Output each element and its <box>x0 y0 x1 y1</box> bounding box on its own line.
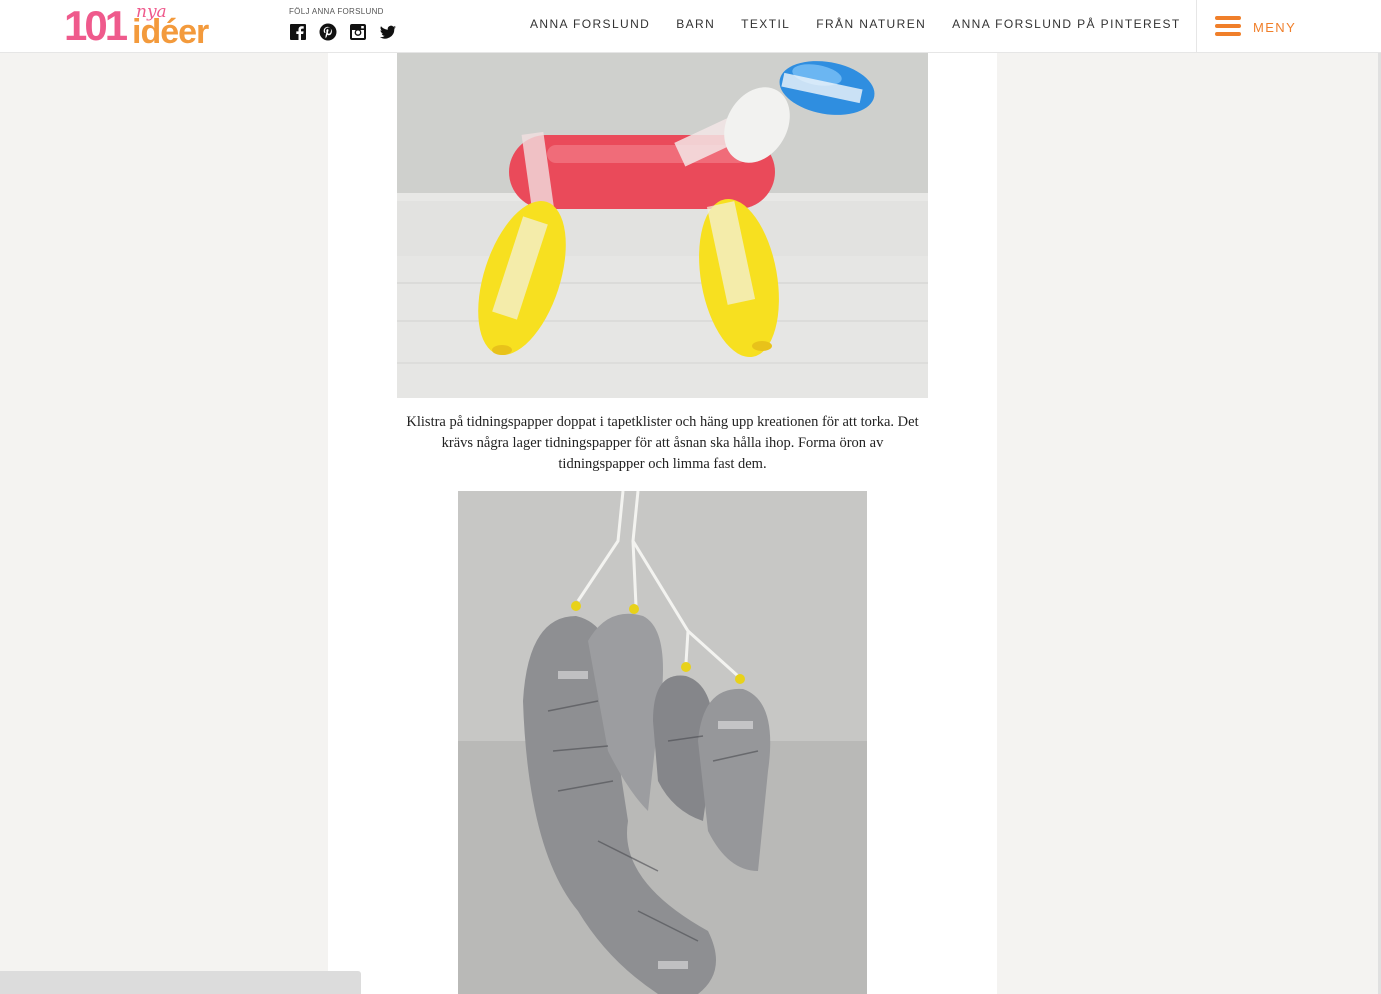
article-content: Klistra på tidningspapper doppat i tapet… <box>328 53 997 994</box>
twitter-icon[interactable] <box>379 23 397 41</box>
menu-label[interactable]: MENY <box>1253 20 1296 35</box>
instagram-icon[interactable] <box>349 23 367 41</box>
nav-pinterest[interactable]: ANNA FORSLUND PÅ PINTEREST <box>952 17 1180 31</box>
balloon-frame-photo <box>397 53 928 398</box>
site-logo[interactable]: 101 nya idéer <box>64 2 224 51</box>
bottom-overlay-bar <box>0 971 361 994</box>
nav-fran-naturen[interactable]: FRÅN NATUREN <box>816 17 926 31</box>
pinterest-icon[interactable] <box>319 23 337 41</box>
article-caption: Klistra på tidningspapper doppat i tapet… <box>406 414 919 472</box>
papier-mache-photo <box>458 491 867 994</box>
follow-section: FÖLJ ANNA FORSLUND <box>289 7 397 41</box>
menu-button[interactable]: MENY <box>1196 0 1381 52</box>
nav-textil[interactable]: TEXTIL <box>741 17 790 31</box>
nav-barn[interactable]: BARN <box>676 17 715 31</box>
facebook-icon[interactable] <box>289 23 307 41</box>
logo-number: 101 <box>64 2 128 49</box>
main-nav: ANNA FORSLUND BARN TEXTIL FRÅN NATUREN A… <box>530 17 1181 31</box>
follow-label: FÖLJ ANNA FORSLUND <box>289 7 384 16</box>
logo-ideer: idéer <box>132 13 209 51</box>
site-header: 101 nya idéer FÖLJ ANNA FORSLUND ANNA FO… <box>0 0 1381 53</box>
social-links <box>289 23 397 41</box>
hamburger-icon[interactable] <box>1215 16 1241 36</box>
nav-anna-forslund[interactable]: ANNA FORSLUND <box>530 17 650 31</box>
